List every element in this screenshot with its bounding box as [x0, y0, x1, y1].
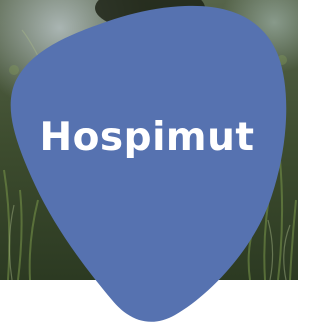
brand-name: Hospimut	[39, 115, 255, 160]
brand-logo-blob	[10, 5, 287, 322]
hero-section: Hospimut	[0, 0, 298, 326]
